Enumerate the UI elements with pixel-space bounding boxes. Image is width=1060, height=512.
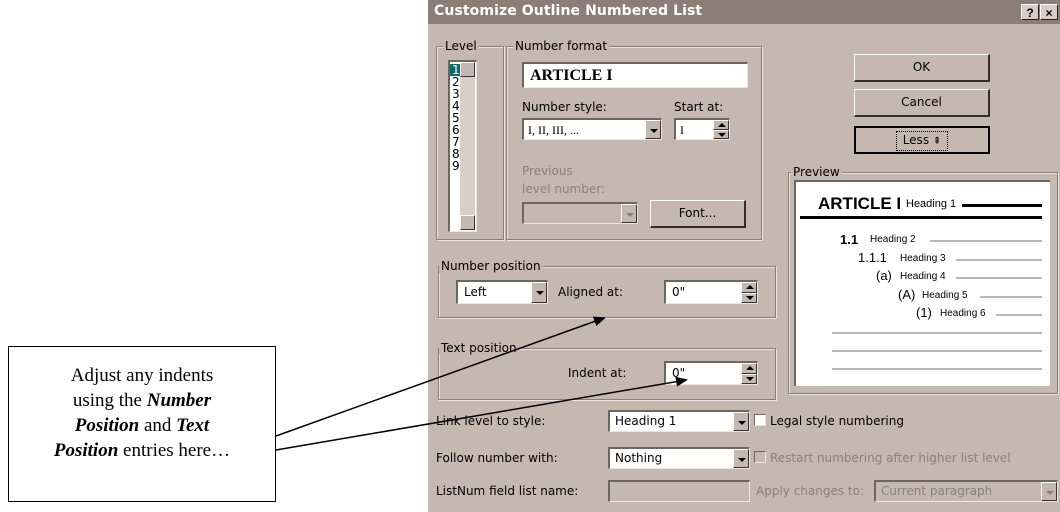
arrow-to-number-position [275, 316, 606, 437]
arrow-to-text-position [275, 376, 688, 451]
callout-arrows [275, 316, 688, 451]
